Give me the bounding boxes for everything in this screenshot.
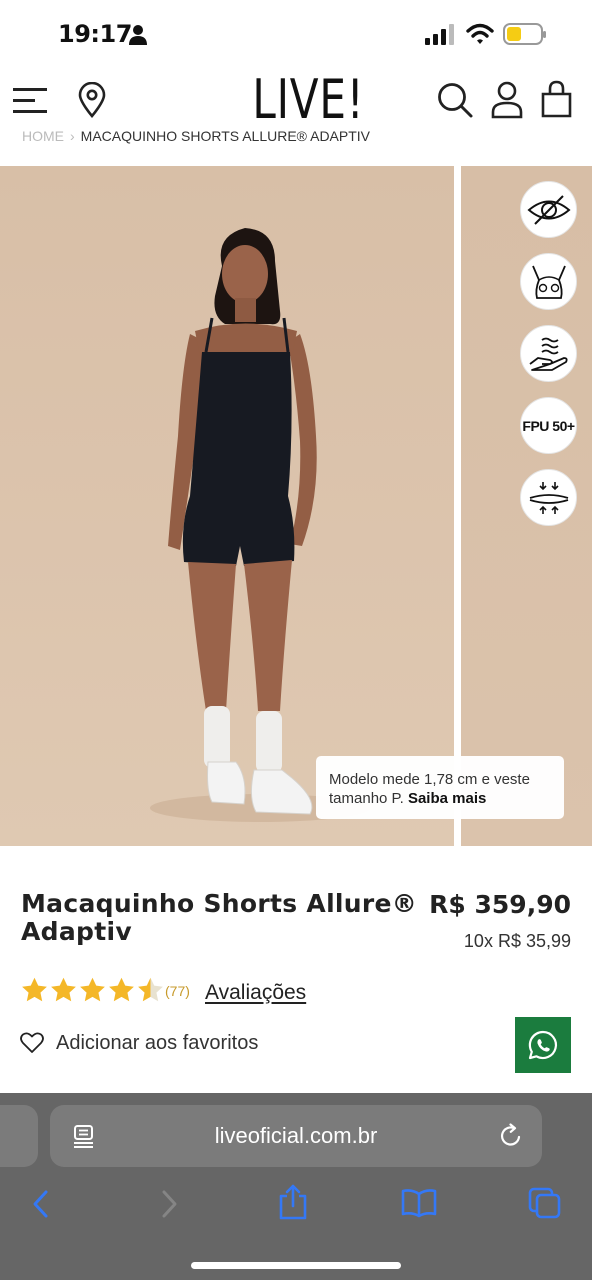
- person-icon: [129, 25, 147, 45]
- star-half-icon: [138, 977, 163, 1002]
- breadcrumb-current: MACAQUINHO SHORTS ALLURE® ADAPTIV: [80, 128, 371, 144]
- installments-price: 10x R$ 35,99: [463, 931, 571, 951]
- share-icon[interactable]: [277, 1183, 309, 1221]
- model-figure: [150, 228, 370, 822]
- status-time: 19:17: [58, 20, 132, 48]
- learn-more-link[interactable]: Saiba mais: [408, 790, 486, 807]
- product-photo-main[interactable]: [0, 166, 454, 846]
- breadcrumb: HOME › MACAQUINHO SHORTS ALLURE® ADAPTIV: [22, 128, 582, 148]
- tabs-icon[interactable]: [527, 1186, 563, 1220]
- back-chevron-icon[interactable]: [30, 1189, 52, 1219]
- browser-bottom-bar: liveoficial.com.br: [0, 1093, 592, 1280]
- bra-cup-icon[interactable]: [520, 253, 577, 310]
- brand-logo[interactable]: LIVE!: [252, 68, 363, 132]
- location-pin-icon[interactable]: [77, 82, 107, 118]
- whatsapp-icon: [528, 1030, 558, 1060]
- battery-icon: [503, 23, 546, 45]
- breadcrumb-separator: ›: [70, 128, 75, 144]
- previous-tab-peek[interactable]: [0, 1105, 38, 1167]
- wifi-icon: [466, 23, 494, 44]
- status-bar: 19:17: [0, 0, 592, 68]
- menu-icon[interactable]: [13, 85, 49, 115]
- fpu-50-icon[interactable]: FPU 50+: [520, 397, 577, 454]
- breadcrumb-home[interactable]: HOME: [22, 128, 64, 144]
- fpu-label: FPU 50+: [522, 417, 575, 434]
- star-full-icon: [22, 977, 47, 1002]
- cellular-signal-icon: [425, 24, 454, 45]
- search-icon[interactable]: [436, 81, 474, 119]
- reviews-link[interactable]: Avaliações: [205, 981, 306, 1005]
- bookmarks-icon[interactable]: [400, 1188, 438, 1218]
- add-to-favorites-button[interactable]: Adicionar aos favoritos: [20, 1028, 258, 1058]
- compression-icon[interactable]: [520, 469, 577, 526]
- star-full-icon: [80, 977, 105, 1002]
- whatsapp-button[interactable]: [515, 1017, 571, 1073]
- url-text: liveoficial.com.br: [214, 1123, 378, 1148]
- forward-chevron-icon[interactable]: [158, 1189, 180, 1219]
- reload-icon[interactable]: [498, 1123, 524, 1149]
- eye-slash-icon[interactable]: [520, 181, 577, 238]
- favorites-label: Adicionar aos favoritos: [56, 1031, 259, 1054]
- product-price: R$ 359,90: [429, 890, 571, 919]
- shopping-bag-icon[interactable]: [540, 80, 573, 118]
- star-full-icon: [109, 977, 134, 1002]
- product-title: Macaquinho Shorts Allure® Adaptiv: [21, 889, 418, 946]
- star-rating[interactable]: [20, 976, 165, 1004]
- home-indicator[interactable]: [191, 1262, 401, 1269]
- product-gallery[interactable]: [0, 166, 592, 846]
- review-count: (77): [165, 983, 190, 999]
- star-full-icon: [51, 977, 76, 1002]
- site-header: LIVE!: [0, 68, 592, 132]
- heart-icon: [20, 1032, 44, 1053]
- hand-waves-icon[interactable]: [520, 325, 577, 382]
- address-bar[interactable]: liveoficial.com.br: [50, 1105, 542, 1167]
- model-size-tooltip: Modelo mede 1,78 cm e veste tamanho P. S…: [316, 756, 564, 819]
- user-account-icon[interactable]: [491, 81, 523, 119]
